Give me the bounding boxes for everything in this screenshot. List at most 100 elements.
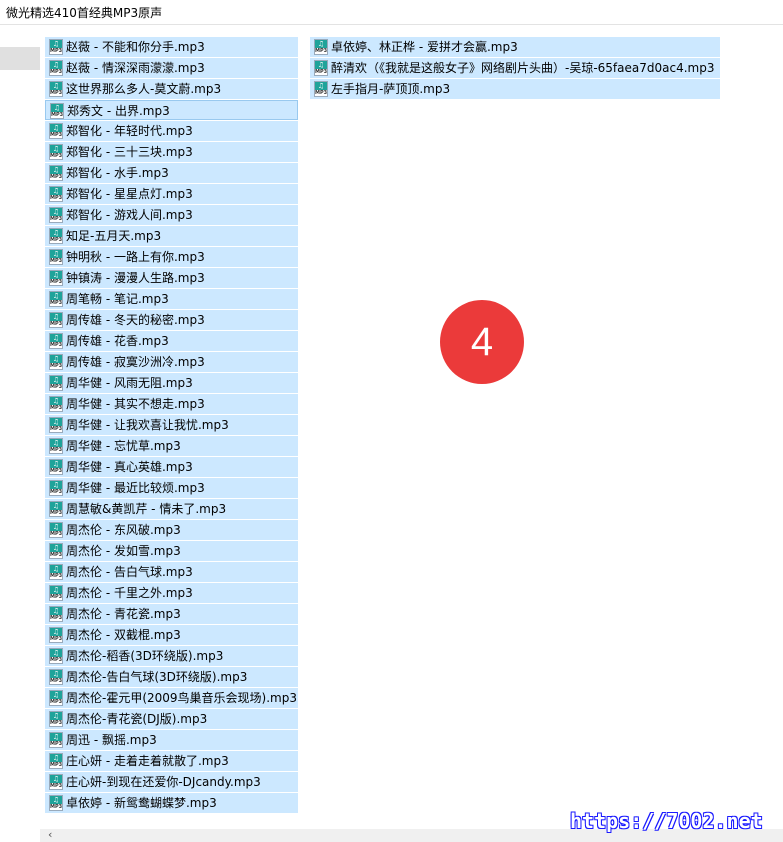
file-item[interactable]: ♫ MP3 周杰伦 - 东风破.mp3 xyxy=(45,520,298,540)
file-name: 周华健 - 真心英雄.mp3 xyxy=(66,460,193,474)
mp3-file-icon: ♫ MP3 xyxy=(49,627,63,643)
file-name: 周华健 - 让我欢喜让我忧.mp3 xyxy=(66,418,229,432)
mp3-file-icon: ♫ MP3 xyxy=(49,795,63,811)
file-item[interactable]: ♫ MP3 周迅 - 飘摇.mp3 xyxy=(45,730,298,750)
file-name: 周杰伦-告白气球(3D环绕版).mp3 xyxy=(66,670,248,684)
file-item[interactable]: ♫ MP3 左手指月-萨顶顶.mp3 xyxy=(310,79,720,99)
mp3-file-icon: ♫ MP3 xyxy=(314,39,328,55)
file-item[interactable]: ♫ MP3 醉清欢（《我就是这般女子》网络剧片头曲）-吴琼-65faea7d0ac4… xyxy=(310,58,720,78)
mp3-file-icon: ♫ MP3 xyxy=(49,228,63,244)
mp3-file-icon: ♫ MP3 xyxy=(314,81,328,97)
file-name: 知足-五月天.mp3 xyxy=(66,229,162,243)
file-item[interactable]: ♫ MP3 周华健 - 最近比较烦.mp3 xyxy=(45,478,298,498)
file-item[interactable]: ♫ MP3 周杰伦 - 发如雪.mp3 xyxy=(45,541,298,561)
file-name: 周杰伦 - 千里之外.mp3 xyxy=(66,586,193,600)
mp3-file-icon: ♫ MP3 xyxy=(49,522,63,538)
file-name: 钟明秋 - 一路上有你.mp3 xyxy=(66,250,205,264)
file-item[interactable]: ♫ MP3 庄心妍-到现在还爱你-DJcandy.mp3 xyxy=(45,772,298,792)
mp3-file-icon: ♫ MP3 xyxy=(49,480,63,496)
mp3-file-icon: ♫ MP3 xyxy=(49,186,63,202)
file-item[interactable]: ♫ MP3 周杰伦-稻香(3D环绕版).mp3 xyxy=(45,646,298,666)
file-item[interactable]: ♫ MP3 周华健 - 其实不想走.mp3 xyxy=(45,394,298,414)
scroll-left-arrow-icon[interactable]: ‹ xyxy=(48,828,52,841)
file-item[interactable]: ♫ MP3 郑秀文 - 出界.mp3 xyxy=(45,100,298,120)
mp3-file-icon: ♫ MP3 xyxy=(49,585,63,601)
file-item[interactable]: ♫ MP3 卓依婷、林正桦 - 爱拼才会赢.mp3 xyxy=(310,37,720,57)
file-item[interactable]: ♫ MP3 周杰伦 - 千里之外.mp3 xyxy=(45,583,298,603)
file-name: 庄心妍-到现在还爱你-DJcandy.mp3 xyxy=(66,775,261,789)
file-name: 左手指月-萨顶顶.mp3 xyxy=(331,82,451,96)
file-item[interactable]: ♫ MP3 钟明秋 - 一路上有你.mp3 xyxy=(45,247,298,267)
file-item[interactable]: ♫ MP3 卓依婷 - 新鸳鸯蝴蝶梦.mp3 xyxy=(45,793,298,813)
mp3-file-icon: ♫ MP3 xyxy=(49,39,63,55)
file-name: 周传雄 - 寂寞沙洲冷.mp3 xyxy=(66,355,205,369)
file-name: 钟镇涛 - 漫漫人生路.mp3 xyxy=(66,271,205,285)
file-name: 赵薇 - 不能和你分手.mp3 xyxy=(66,40,205,54)
mp3-file-icon: ♫ MP3 xyxy=(49,648,63,664)
mp3-file-icon: ♫ MP3 xyxy=(49,165,63,181)
mp3-file-icon: ♫ MP3 xyxy=(49,312,63,328)
mp3-file-icon: ♫ MP3 xyxy=(49,732,63,748)
mp3-file-icon: ♫ MP3 xyxy=(49,774,63,790)
file-item[interactable]: ♫ MP3 周杰伦-霍元甲(2009鸟巢音乐会现场).mp3 xyxy=(45,688,298,708)
file-item[interactable]: ♫ MP3 赵薇 - 情深深雨濛濛.mp3 xyxy=(45,58,298,78)
file-name: 周迅 - 飘摇.mp3 xyxy=(66,733,157,747)
file-item[interactable]: ♫ MP3 郑智化 - 游戏人间.mp3 xyxy=(45,205,298,225)
file-item[interactable]: ♫ MP3 周华健 - 真心英雄.mp3 xyxy=(45,457,298,477)
file-item[interactable]: ♫ MP3 周杰伦 - 双截棍.mp3 xyxy=(45,625,298,645)
mp3-file-icon: ♫ MP3 xyxy=(314,60,328,76)
file-item[interactable]: ♫ MP3 周华健 - 让我欢喜让我忧.mp3 xyxy=(45,415,298,435)
file-name: 周杰伦 - 青花瓷.mp3 xyxy=(66,607,181,621)
file-name: 周笔畅 - 笔记.mp3 xyxy=(66,292,169,306)
file-item[interactable]: ♫ MP3 周笔畅 - 笔记.mp3 xyxy=(45,289,298,309)
file-name: 周华健 - 最近比较烦.mp3 xyxy=(66,481,205,495)
file-item[interactable]: ♫ MP3 郑智化 - 年轻时代.mp3 xyxy=(45,121,298,141)
file-item[interactable]: ♫ MP3 周杰伦-青花瓷(DJ版).mp3 xyxy=(45,709,298,729)
file-name: 周慧敏&黄凯芹 - 情未了.mp3 xyxy=(66,502,227,516)
mp3-file-icon: ♫ MP3 xyxy=(49,270,63,286)
file-name: 周杰伦-霍元甲(2009鸟巢音乐会现场).mp3 xyxy=(66,691,297,705)
mp3-file-icon: ♫ MP3 xyxy=(49,375,63,391)
file-name: 周杰伦 - 告白气球.mp3 xyxy=(66,565,193,579)
mp3-file-icon: ♫ MP3 xyxy=(49,564,63,580)
mp3-file-icon: ♫ MP3 xyxy=(49,690,63,706)
file-name: 郑智化 - 年轻时代.mp3 xyxy=(66,124,193,138)
file-item[interactable]: ♫ MP3 赵薇 - 不能和你分手.mp3 xyxy=(45,37,298,57)
mp3-file-icon: ♫ MP3 xyxy=(49,606,63,622)
file-item[interactable]: ♫ MP3 周慧敏&黄凯芹 - 情未了.mp3 xyxy=(45,499,298,519)
file-name: 赵薇 - 情深深雨濛濛.mp3 xyxy=(66,61,205,75)
watermark: https://7002.net xyxy=(570,809,763,833)
file-item[interactable]: ♫ MP3 郑智化 - 水手.mp3 xyxy=(45,163,298,183)
file-name: 周华健 - 忘忧草.mp3 xyxy=(66,439,181,453)
mp3-file-icon: ♫ MP3 xyxy=(49,60,63,76)
file-item[interactable]: ♫ MP3 这世界那么多人-莫文蔚.mp3 xyxy=(45,79,298,99)
file-item[interactable]: ♫ MP3 郑智化 - 三十三块.mp3 xyxy=(45,142,298,162)
file-name: 周杰伦 - 东风破.mp3 xyxy=(66,523,181,537)
file-name: 这世界那么多人-莫文蔚.mp3 xyxy=(66,82,222,96)
file-name: 醉清欢（《我就是这般女子》网络剧片头曲）-吴琼-65faea7d0ac4.mp3 xyxy=(331,61,715,75)
file-item[interactable]: ♫ MP3 周华健 - 风雨无阻.mp3 xyxy=(45,373,298,393)
mp3-file-icon: ♫ MP3 xyxy=(49,333,63,349)
mp3-file-icon: ♫ MP3 xyxy=(49,123,63,139)
file-name: 周杰伦 - 双截棍.mp3 xyxy=(66,628,181,642)
file-item[interactable]: ♫ MP3 周杰伦-告白气球(3D环绕版).mp3 xyxy=(45,667,298,687)
file-item[interactable]: ♫ MP3 周传雄 - 冬天的秘密.mp3 xyxy=(45,310,298,330)
file-item[interactable]: ♫ MP3 庄心妍 - 走着走着就散了.mp3 xyxy=(45,751,298,771)
mp3-file-icon: ♫ MP3 xyxy=(49,207,63,223)
file-name: 周华健 - 风雨无阻.mp3 xyxy=(66,376,193,390)
file-name: 郑秀文 - 出界.mp3 xyxy=(67,104,170,118)
file-name: 郑智化 - 星星点灯.mp3 xyxy=(66,187,193,201)
file-item[interactable]: ♫ MP3 钟镇涛 - 漫漫人生路.mp3 xyxy=(45,268,298,288)
file-item[interactable]: ♫ MP3 周杰伦 - 青花瓷.mp3 xyxy=(45,604,298,624)
window-titlebar: 微光精选410首经典MP3原声 xyxy=(0,0,783,25)
file-item[interactable]: ♫ MP3 周传雄 - 寂寞沙洲冷.mp3 xyxy=(45,352,298,372)
navigation-pane-selected-item[interactable] xyxy=(0,47,40,70)
file-item[interactable]: ♫ MP3 周华健 - 忘忧草.mp3 xyxy=(45,436,298,456)
file-name: 卓依婷 - 新鸳鸯蝴蝶梦.mp3 xyxy=(66,796,217,810)
mp3-file-icon: ♫ MP3 xyxy=(49,438,63,454)
file-name: 周传雄 - 花香.mp3 xyxy=(66,334,169,348)
file-item[interactable]: ♫ MP3 周传雄 - 花香.mp3 xyxy=(45,331,298,351)
file-item[interactable]: ♫ MP3 知足-五月天.mp3 xyxy=(45,226,298,246)
file-item[interactable]: ♫ MP3 郑智化 - 星星点灯.mp3 xyxy=(45,184,298,204)
file-item[interactable]: ♫ MP3 周杰伦 - 告白气球.mp3 xyxy=(45,562,298,582)
